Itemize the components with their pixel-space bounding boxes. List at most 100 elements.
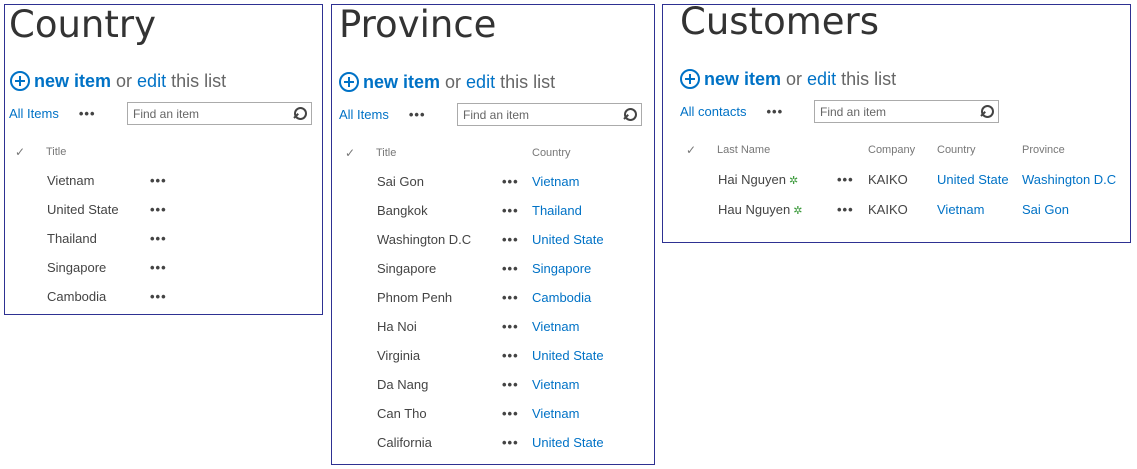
list-item-country-link[interactable]: Vietnam xyxy=(937,202,984,217)
list-item-country-link[interactable]: Vietnam xyxy=(532,377,579,392)
list-item-title[interactable]: Vietnam xyxy=(47,173,94,188)
item-menu-ellipsis-icon[interactable]: ••• xyxy=(837,172,854,187)
item-menu-ellipsis-icon[interactable]: ••• xyxy=(502,319,519,334)
view-more-ellipsis-icon[interactable]: ••• xyxy=(766,104,783,119)
list-item-country-link[interactable]: Singapore xyxy=(532,261,591,276)
list-item-title[interactable]: Singapore xyxy=(377,261,436,276)
list-item-last-name[interactable]: Hau Nguyen ✲ xyxy=(718,202,803,217)
list-item-company: KAIKO xyxy=(868,172,908,187)
search-input[interactable]: Find an item xyxy=(820,105,980,119)
list-item-title[interactable]: California xyxy=(377,435,432,450)
search-box[interactable]: Find an item xyxy=(814,100,999,123)
search-box[interactable]: Find an item xyxy=(127,102,312,125)
new-item-row: new item or edit this list xyxy=(10,70,231,92)
new-item-badge-icon: ✲ xyxy=(793,205,803,217)
this-list-text: this list xyxy=(171,71,227,91)
country-list-panel: Country new item or edit this list All I… xyxy=(4,4,323,315)
search-icon[interactable] xyxy=(623,107,637,122)
list-item-country-link[interactable]: United State xyxy=(532,348,604,363)
item-menu-ellipsis-icon[interactable]: ••• xyxy=(150,202,167,217)
list-item-country-link[interactable]: Vietnam xyxy=(532,319,579,334)
view-all-contacts-link[interactable]: All contacts xyxy=(680,104,746,119)
new-item-row: new item or edit this list xyxy=(680,68,901,90)
new-item-row: new item or edit this list xyxy=(339,71,560,93)
new-item-badge-icon: ✲ xyxy=(788,175,799,187)
item-menu-ellipsis-icon[interactable]: ••• xyxy=(150,260,167,275)
column-header-province[interactable]: Province xyxy=(1022,144,1065,156)
view-selector-row: All Items ••• xyxy=(9,106,96,121)
list-item-title[interactable]: Virginia xyxy=(377,348,420,363)
item-menu-ellipsis-icon[interactable]: ••• xyxy=(502,406,519,421)
search-input[interactable]: Find an item xyxy=(463,108,623,122)
list-item-title[interactable]: Singapore xyxy=(47,260,106,275)
list-item-title[interactable]: United State xyxy=(47,202,119,217)
list-item-country-link[interactable]: Vietnam xyxy=(532,174,579,189)
or-text: or xyxy=(786,69,803,89)
column-header-last-name[interactable]: Last Name xyxy=(717,144,770,156)
item-menu-ellipsis-icon[interactable]: ••• xyxy=(502,232,519,247)
item-menu-ellipsis-icon[interactable]: ••• xyxy=(502,435,519,450)
list-item-country-link[interactable]: Cambodia xyxy=(532,290,591,305)
column-header-title[interactable]: Title xyxy=(46,146,66,158)
column-header-title[interactable]: Title xyxy=(376,147,396,159)
list-item-title[interactable]: Bangkok xyxy=(377,203,428,218)
item-menu-ellipsis-icon[interactable]: ••• xyxy=(837,202,854,217)
list-item-country-link[interactable]: Vietnam xyxy=(532,406,579,421)
this-list-text: this list xyxy=(500,72,556,92)
item-menu-ellipsis-icon[interactable]: ••• xyxy=(502,348,519,363)
search-icon[interactable] xyxy=(293,106,307,121)
view-more-ellipsis-icon[interactable]: ••• xyxy=(409,107,426,122)
last-name-text[interactable]: Hai Nguyen xyxy=(718,172,786,187)
list-item-country-link[interactable]: United State xyxy=(532,232,604,247)
plus-circle-icon[interactable] xyxy=(680,69,700,89)
list-item-last-name[interactable]: Hai Nguyen ✲ xyxy=(718,172,798,187)
list-item-country-link[interactable]: Thailand xyxy=(532,203,582,218)
list-item-province-link[interactable]: Sai Gon xyxy=(1022,202,1069,217)
column-header-company[interactable]: Company xyxy=(868,144,915,156)
plus-circle-icon[interactable] xyxy=(10,71,30,91)
item-menu-ellipsis-icon[interactable]: ••• xyxy=(502,203,519,218)
view-all-items-link[interactable]: All Items xyxy=(339,107,389,122)
list-item-province-link[interactable]: Washington D.C xyxy=(1022,172,1116,187)
column-header-country[interactable]: Country xyxy=(532,147,571,159)
this-list-text: this list xyxy=(841,69,897,89)
select-all-check-icon[interactable]: ✓ xyxy=(345,146,355,160)
list-item-title[interactable]: Da Nang xyxy=(377,377,428,392)
item-menu-ellipsis-icon[interactable]: ••• xyxy=(150,289,167,304)
list-item-title[interactable]: Cambodia xyxy=(47,289,106,304)
list-item-title[interactable]: Sai Gon xyxy=(377,174,424,189)
item-menu-ellipsis-icon[interactable]: ••• xyxy=(502,261,519,276)
item-menu-ellipsis-icon[interactable]: ••• xyxy=(502,174,519,189)
last-name-text[interactable]: Hau Nguyen xyxy=(718,202,790,217)
edit-list-link[interactable]: edit xyxy=(807,68,836,90)
page-title: Customers xyxy=(680,0,880,43)
list-item-country-link[interactable]: United State xyxy=(937,172,1009,187)
select-all-check-icon[interactable]: ✓ xyxy=(686,143,696,157)
edit-list-link[interactable]: edit xyxy=(137,70,166,92)
list-item-title[interactable]: Phnom Penh xyxy=(377,290,452,305)
select-all-check-icon[interactable]: ✓ xyxy=(15,145,25,159)
list-item-title[interactable]: Washington D.C xyxy=(377,232,471,247)
view-all-items-link[interactable]: All Items xyxy=(9,106,59,121)
view-more-ellipsis-icon[interactable]: ••• xyxy=(79,106,96,121)
search-icon[interactable] xyxy=(980,104,994,119)
item-menu-ellipsis-icon[interactable]: ••• xyxy=(150,173,167,188)
item-menu-ellipsis-icon[interactable]: ••• xyxy=(502,377,519,392)
or-text: or xyxy=(445,72,462,92)
page-title: Province xyxy=(339,3,497,46)
new-item-link[interactable]: new item xyxy=(363,71,440,93)
plus-circle-icon[interactable] xyxy=(339,72,359,92)
new-item-link[interactable]: new item xyxy=(34,70,111,92)
search-input[interactable]: Find an item xyxy=(133,107,293,121)
column-header-country[interactable]: Country xyxy=(937,144,976,156)
item-menu-ellipsis-icon[interactable]: ••• xyxy=(502,290,519,305)
list-item-country-link[interactable]: United State xyxy=(532,435,604,450)
new-item-link[interactable]: new item xyxy=(704,68,781,90)
item-menu-ellipsis-icon[interactable]: ••• xyxy=(150,231,167,246)
list-item-title[interactable]: Can Tho xyxy=(377,406,427,421)
list-item-title[interactable]: Thailand xyxy=(47,231,97,246)
search-box[interactable]: Find an item xyxy=(457,103,642,126)
list-item-title[interactable]: Ha Noi xyxy=(377,319,417,334)
edit-list-link[interactable]: edit xyxy=(466,71,495,93)
view-selector-row: All contacts ••• xyxy=(680,104,783,119)
